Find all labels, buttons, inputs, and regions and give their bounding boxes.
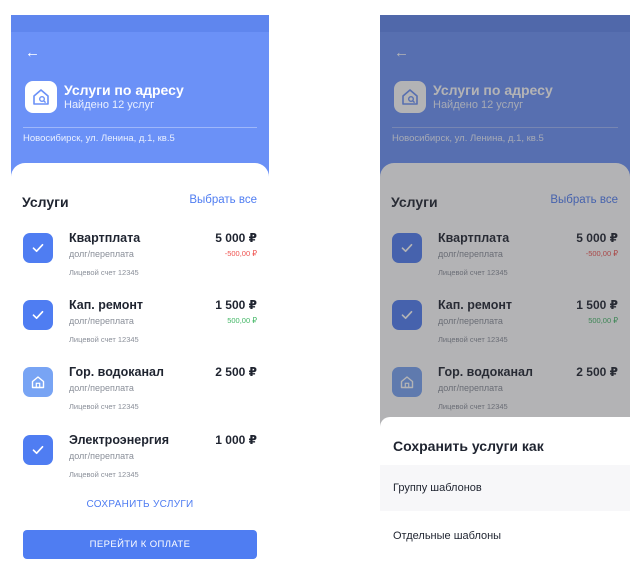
service-name: Электроэнергия — [69, 433, 170, 447]
debt-label: долг/переплата — [69, 249, 134, 259]
checkmark-icon — [32, 310, 44, 320]
service-item[interactable]: Квартплата долг/переплата Лицевой счет 1… — [11, 229, 269, 291]
page-title: Услуги по адресу — [64, 82, 184, 98]
go-to-payment-button[interactable]: ПЕРЕЙТИ К ОПЛАТЕ — [23, 530, 257, 559]
checkmark-icon — [32, 243, 44, 253]
checkmark-icon — [32, 445, 44, 455]
arrow-left-icon: ← — [25, 44, 40, 61]
back-button[interactable]: ← — [25, 45, 40, 60]
service-amount: 2 500 ₽ — [215, 365, 257, 379]
option-label: Отдельные шаблоны — [393, 530, 502, 542]
house-icon — [31, 376, 45, 389]
house-search-icon — [25, 81, 57, 113]
section-title: Услуги — [22, 194, 69, 210]
debt-label: долг/переплата — [69, 316, 134, 326]
debt-label: долг/переплата — [69, 383, 134, 393]
service-amount: 5 000 ₽ — [215, 231, 257, 245]
service-item[interactable]: Гор. водоканал долг/переплата Лицевой сч… — [11, 363, 269, 425]
service-checkbox[interactable] — [23, 367, 53, 397]
save-services-button[interactable]: СОХРАНИТЬ УСЛУГИ — [11, 499, 269, 510]
debt-label: долг/переплата — [69, 451, 134, 461]
account-number: Лицевой счет 12345 — [69, 335, 139, 344]
service-item[interactable]: Кап. ремонт долг/переплата Лицевой счет … — [11, 296, 269, 358]
service-checkbox[interactable] — [23, 300, 53, 330]
overpayment-amount: 500,00 ₽ — [227, 316, 257, 325]
account-number: Лицевой счет 12345 — [69, 268, 139, 277]
account-number: Лицевой счет 12345 — [69, 402, 139, 411]
option-template-group[interactable]: Группу шаблонов — [380, 465, 630, 511]
service-name: Кап. ремонт — [69, 298, 144, 312]
service-checkbox[interactable] — [23, 233, 53, 263]
debt-amount: -500,00 ₽ — [224, 249, 257, 258]
page-subtitle: Найдено 12 услуг — [64, 99, 155, 111]
option-separate-templates[interactable]: Отдельные шаблоны — [380, 513, 630, 559]
select-all-link[interactable]: Выбрать все — [189, 194, 257, 206]
option-label: Группу шаблонов — [393, 482, 482, 494]
dialog-title: Сохранить услуги как — [393, 438, 544, 454]
account-number: Лицевой счет 12345 — [69, 470, 139, 479]
service-name: Квартплата — [69, 231, 141, 245]
services-screen: ← Услуги по адресу Найдено 12 услуг Ново… — [11, 15, 269, 562]
services-sheet: Услуги Выбрать все Квартплата долг/переп… — [11, 163, 269, 562]
service-item[interactable]: Электроэнергия долг/переплата Лицевой сч… — [11, 431, 269, 493]
service-checkbox[interactable] — [23, 435, 53, 465]
services-screen-with-dialog: ← Услуги по адресу Найдено 12 услуг Ново… — [380, 15, 630, 562]
status-bar — [11, 15, 269, 32]
divider — [23, 127, 257, 128]
service-amount: 1 500 ₽ — [215, 298, 257, 312]
address-text: Новосибирск, ул. Ленина, д.1, кв.5 — [23, 133, 175, 144]
save-dialog: Сохранить услуги как Группу шаблонов Отд… — [380, 417, 630, 562]
service-name: Гор. водоканал — [69, 365, 164, 379]
service-amount: 1 000 ₽ — [215, 433, 257, 447]
